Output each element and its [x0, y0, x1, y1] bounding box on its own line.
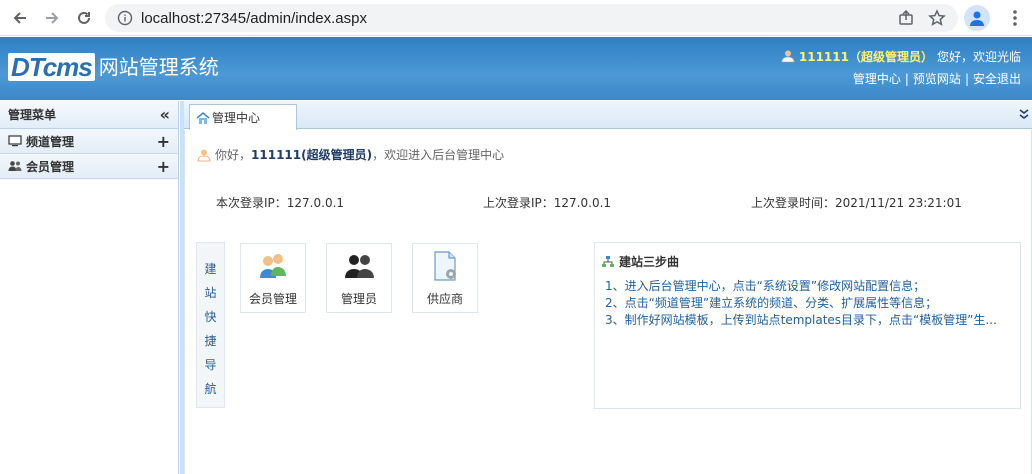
quick-nav-title: 建 站 快 捷 导 航 [196, 242, 225, 408]
sidebar-item-label: 会员管理 [26, 159, 75, 174]
expand-icon[interactable]: + [157, 132, 170, 151]
steps-panel: 建站三步曲 1、进入后台管理中心，点击“系统设置”修改网站配置信息； 2、点击“… [594, 242, 1021, 409]
tab-bar: 管理中心 [184, 101, 1032, 130]
steps-list: 1、进入后台管理中心，点击“系统设置”修改网站配置信息； 2、点击“频道管理”建… [595, 270, 1020, 329]
sidebar-title: 管理菜单 [8, 108, 57, 122]
steps-title: 建站三步曲 [619, 255, 680, 269]
link-logout[interactable]: 安全退出 [973, 72, 1021, 86]
profile-avatar-icon [970, 11, 984, 26]
system-name: 网站管理系统 [98, 57, 219, 79]
sitemap-icon [602, 255, 614, 267]
app-header: DTcms 网站管理系统 111111（超级管理员） 您好，欢迎光临 管理中心 |… [0, 37, 1032, 100]
back-arrow-icon [13, 12, 26, 24]
forward-button[interactable] [40, 6, 64, 30]
tab-label: 管理中心 [212, 111, 261, 125]
share-icon[interactable] [897, 9, 915, 27]
header-user-panel: 111111（超级管理员） 您好，欢迎光临 管理中心 | 预览网站 | 安全退出 [781, 48, 1021, 87]
quick-nav-char: 快 [204, 310, 217, 324]
home-icon [196, 111, 210, 124]
current-user: 111111（超级管理员） [798, 49, 933, 64]
member-icon [260, 254, 286, 278]
quick-nav-char: 捷 [204, 334, 217, 348]
logo: DTcms 网站管理系统 [8, 51, 219, 81]
welcome-user: 111111(超级管理员) [251, 148, 373, 162]
main-area: 管理中心 你好，111111(超级管理员)，欢迎进入后台管理中心 本次登录IP：… [184, 101, 1032, 474]
quick-card-supplier[interactable]: 供应商 [412, 243, 478, 313]
bookmark-star-icon[interactable] [928, 9, 946, 27]
address-bar[interactable]: localhost:27345/admin/index.aspx [105, 4, 958, 32]
sidebar-header: 管理菜单 « [0, 101, 178, 129]
last-login-ip: 上次登录IP：127.0.0.1 [483, 196, 612, 210]
quick-nav-char: 航 [204, 382, 217, 396]
this-login-ip: 本次登录IP：127.0.0.1 [216, 196, 345, 210]
steps-header: 建站三步曲 [595, 243, 1020, 270]
url-text[interactable]: localhost:27345/admin/index.aspx [141, 10, 367, 27]
user-icon [781, 50, 795, 63]
welcome-message: 你好，111111(超级管理员)，欢迎进入后台管理中心 [197, 146, 504, 163]
logo-mark: DTcms [8, 53, 95, 81]
quick-card-label: 供应商 [426, 292, 463, 306]
quick-card-members[interactable]: 会员管理 [240, 243, 306, 313]
admin-icon [345, 255, 374, 278]
separator: | [904, 72, 909, 86]
monitor-icon [8, 135, 22, 147]
info-icon[interactable] [117, 10, 133, 26]
welcome-prefix: 你好， [215, 148, 252, 162]
quick-card-admins[interactable]: 管理员 [326, 243, 392, 313]
supplier-icon [434, 251, 456, 281]
user-icon [197, 149, 211, 161]
content-panel: 你好，111111(超级管理员)，欢迎进入后台管理中心 本次登录IP：127.0… [184, 130, 1032, 474]
expand-icon[interactable]: + [157, 157, 170, 176]
link-preview-site[interactable]: 预览网站 [913, 72, 961, 86]
browser-toolbar: localhost:27345/admin/index.aspx [0, 0, 1032, 36]
quick-card-label: 管理员 [340, 292, 377, 306]
sidebar-item-label: 频道管理 [26, 134, 75, 149]
welcome-suffix: ，欢迎进入后台管理中心 [372, 148, 505, 162]
quick-nav-char: 导 [204, 358, 217, 372]
quick-card-label: 会员管理 [248, 292, 297, 306]
collapse-sidebar-icon[interactable]: « [160, 105, 170, 124]
tab-admin-center[interactable]: 管理中心 [189, 104, 297, 130]
header-greeting: 您好，欢迎光临 [936, 49, 1021, 64]
sidebar-item-members[interactable]: 会员管理 + [0, 154, 178, 179]
list-item: 3、制作好网站模板，上传到站点templates目录下，点击“模板管理”生... [605, 313, 997, 327]
list-item: 1、进入后台管理中心，点击“系统设置”修改网站配置信息； [605, 279, 926, 293]
menu-kebab-icon[interactable] [1005, 8, 1025, 28]
forward-arrow-icon [46, 12, 59, 24]
quick-nav-char: 站 [204, 286, 217, 300]
reload-button[interactable] [72, 6, 96, 30]
quick-nav-char: 建 [204, 262, 217, 276]
profile-button[interactable] [964, 5, 990, 31]
link-admin-center[interactable]: 管理中心 [853, 72, 901, 86]
separator: | [964, 72, 969, 86]
list-item: 2、点击“频道管理”建立系统的频道、分类、扩展属性等信息； [605, 296, 938, 310]
reload-icon [78, 11, 90, 24]
back-button[interactable] [8, 6, 32, 30]
tab-dropdown-icon[interactable] [1018, 107, 1030, 121]
sidebar: 管理菜单 « 频道管理 + 会员管理 + [0, 101, 179, 474]
last-login-time: 上次登录时间：2021/11/21 23:21:01 [751, 196, 962, 210]
sidebar-item-channel[interactable]: 频道管理 + [0, 129, 178, 154]
users-icon [8, 161, 22, 171]
